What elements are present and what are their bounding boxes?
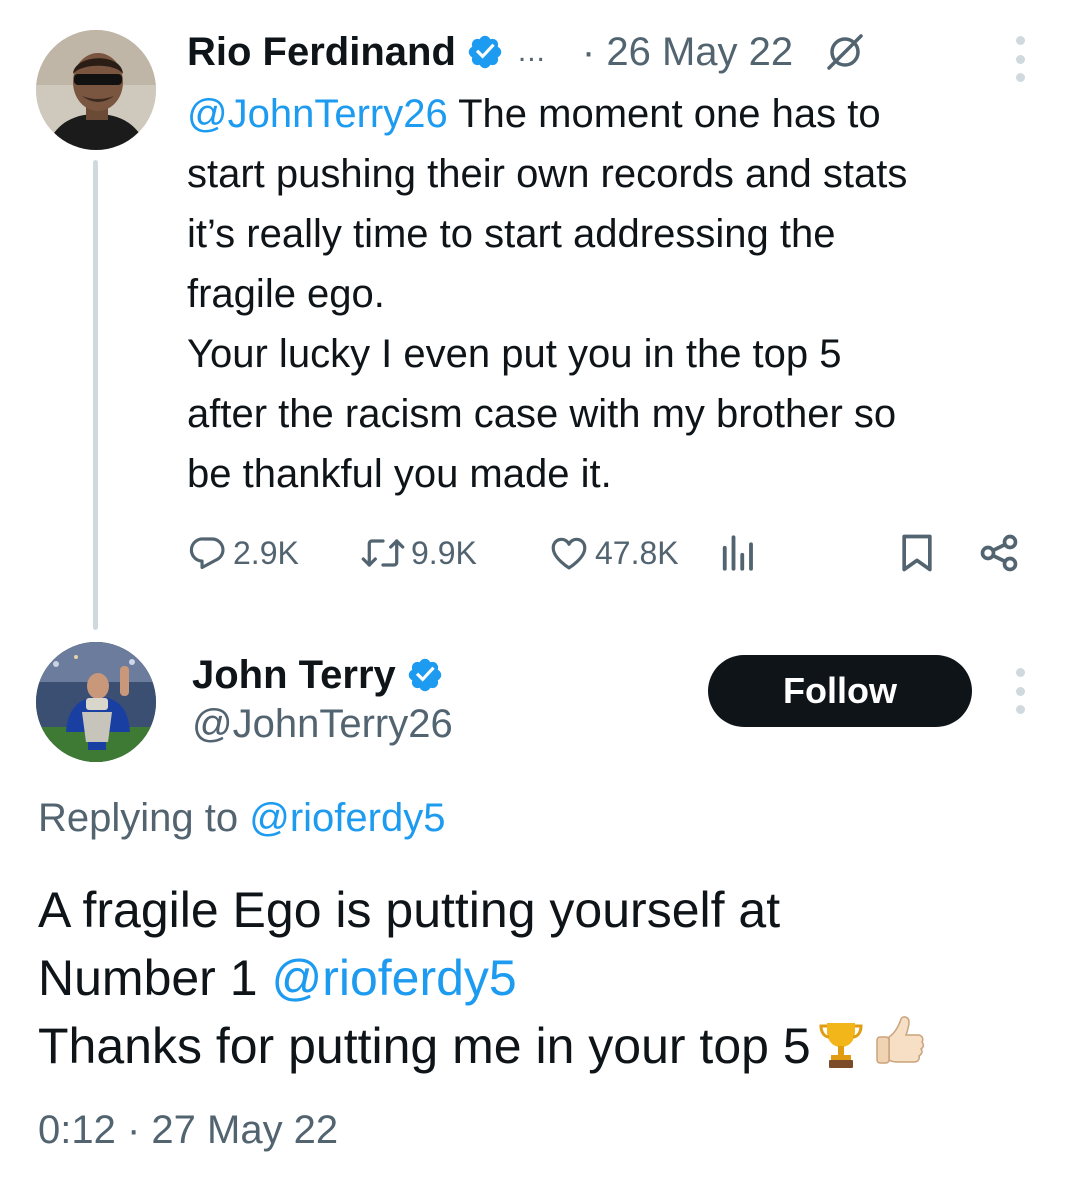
tweet-text-line: Your lucky I even put you in the top 5 <box>187 332 842 376</box>
tweet-thread-view: Rio Ferdinand ... · 26 May 22 @JohnTerry… <box>0 0 1080 1184</box>
replying-to-line: Replying to @rioferdy5 <box>38 796 445 841</box>
reply-count: 2.9K <box>233 534 299 571</box>
tweet-text-segment: Number 1 <box>38 950 272 1006</box>
tweet-text-line: Thanks for putting me in your top 5 <box>38 1012 1058 1086</box>
author-name[interactable]: John Terry <box>192 653 396 698</box>
replying-to-mention[interactable]: @rioferdy5 <box>249 796 445 840</box>
trophy-emoji <box>817 1017 865 1086</box>
follow-button[interactable]: Follow <box>708 655 972 727</box>
tweet-text-segment: The moment one has to <box>447 92 881 136</box>
tweet-text-line: fragile ego. <box>187 272 385 316</box>
verified-badge-icon <box>466 33 504 71</box>
reply-icon <box>187 532 229 574</box>
like-icon <box>547 532 591 574</box>
mention-link[interactable]: @rioferdy5 <box>271 950 516 1006</box>
tweet-text-line: Number 1 @rioferdy5 <box>38 944 1058 1012</box>
tweet-text-line: it’s really time to start addressing the <box>187 212 836 256</box>
verified-badge-icon <box>406 656 444 694</box>
parent-tweet-header: Rio Ferdinand ... · 26 May 22 <box>187 24 867 80</box>
no-interaction-icon <box>823 30 867 74</box>
tweet-text-segment: Thanks for putting me in your top 5 <box>38 1018 811 1074</box>
tweet-text-line: start pushing their own records and stat… <box>187 152 908 196</box>
avatar-john-terry[interactable] <box>36 642 156 762</box>
views-button[interactable] <box>717 528 757 578</box>
reply-button[interactable]: 2.9K <box>187 528 299 578</box>
tweet-action-bar: 2.9K 9.9K 47.8K <box>187 528 1047 578</box>
replying-to-label: Replying to <box>38 796 250 840</box>
repost-count: 9.9K <box>411 534 477 571</box>
more-options-icon[interactable] <box>1014 36 1026 82</box>
reply-tweet-text: A fragile Ego is putting yourself at Num… <box>38 876 1058 1086</box>
name-truncation-ellipsis: ... <box>517 35 546 68</box>
tweet-text-line: @JohnTerry26 The moment one has to <box>187 84 1057 144</box>
tweet-date[interactable]: · 26 May 22 <box>582 30 793 75</box>
share-icon <box>977 531 1021 575</box>
thumbs-up-emoji <box>871 1013 927 1086</box>
bookmark-icon <box>897 531 937 575</box>
more-options-icon[interactable] <box>1014 668 1026 714</box>
author-name[interactable]: Rio Ferdinand <box>187 30 456 75</box>
views-icon <box>717 532 757 574</box>
tweet-text-line: after the racism case with my brother so <box>187 392 897 436</box>
parent-tweet[interactable]: Rio Ferdinand ... · 26 May 22 @JohnTerry… <box>0 0 1080 640</box>
thread-connector-line <box>93 160 98 630</box>
bookmark-button[interactable] <box>897 528 937 578</box>
mention-link[interactable]: @JohnTerry26 <box>187 92 448 136</box>
avatar-rio-ferdinand[interactable] <box>36 30 156 150</box>
tweet-timestamp[interactable]: 0:12 · 27 May 22 <box>38 1108 338 1153</box>
share-button[interactable] <box>977 528 1021 578</box>
tweet-text-line: be thankful you made it. <box>187 452 612 496</box>
reply-tweet-header: John Terry <box>192 648 444 702</box>
repost-icon <box>359 532 407 574</box>
parent-tweet-text: @JohnTerry26 The moment one has to start… <box>187 84 1057 504</box>
repost-button[interactable]: 9.9K <box>359 528 477 578</box>
like-count: 47.8K <box>595 534 679 571</box>
like-button[interactable]: 47.8K <box>547 528 679 578</box>
tweet-text-line: A fragile Ego is putting yourself at <box>38 882 781 938</box>
author-handle[interactable]: @JohnTerry26 <box>192 702 453 747</box>
